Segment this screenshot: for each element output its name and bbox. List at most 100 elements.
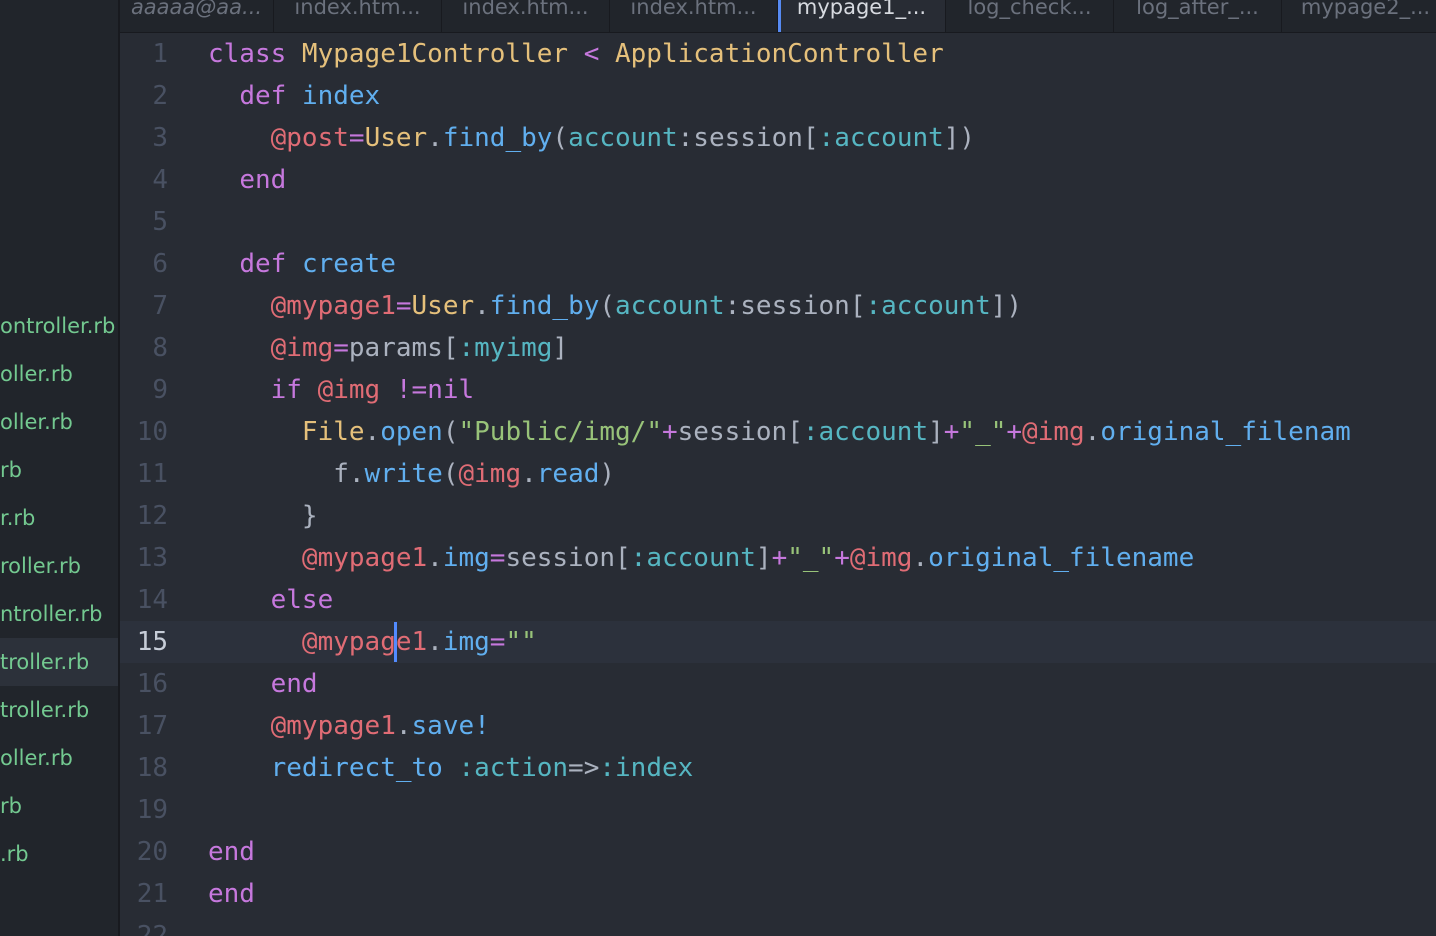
- code-token: :index: [599, 753, 694, 783]
- file-tree-item[interactable]: r.rb: [0, 494, 118, 542]
- code-line[interactable]: 9 if @img !=nil: [120, 369, 1436, 411]
- code-token: "_": [959, 417, 1007, 447]
- code-token: ]: [552, 333, 569, 363]
- code-line[interactable]: 20 end: [120, 831, 1436, 873]
- code-token: @img: [1022, 417, 1085, 447]
- code-token: User: [364, 123, 428, 153]
- code-token: create: [301, 249, 396, 279]
- file-tree-item[interactable]: oller.rb: [0, 350, 118, 398]
- tab[interactable]: index.htm...: [442, 0, 610, 32]
- line-number: 19: [136, 795, 168, 825]
- tab[interactable]: aaaaa@aa...: [120, 0, 274, 32]
- file-tree-item[interactable]: oller.rb: [0, 398, 118, 446]
- code-token: def: [239, 81, 302, 111]
- code-line[interactable]: 6 def create: [120, 243, 1436, 285]
- code-token: img: [442, 627, 490, 657]
- code-token: User: [411, 291, 475, 321]
- code-token: =: [348, 123, 365, 153]
- code-line[interactable]: 15 @mypage1.img="": [120, 621, 1436, 663]
- code-token: =: [489, 627, 506, 657]
- code-text: if @img !=nil: [208, 369, 475, 411]
- code-line[interactable]: 21 end: [120, 873, 1436, 915]
- code-token: @img: [849, 543, 913, 573]
- code-line[interactable]: 5: [120, 201, 1436, 243]
- code-token: session[: [677, 417, 803, 447]
- code-text: def create: [208, 243, 396, 285]
- code-token: params[: [348, 333, 459, 363]
- code-token: ]): [943, 123, 976, 153]
- code-token: Mypage1Controller: [301, 39, 569, 69]
- tab[interactable]: index.htm...: [274, 0, 442, 32]
- tab[interactable]: log_after_...: [1114, 0, 1282, 32]
- code-line[interactable]: 8 @img=params[:myimg]: [120, 327, 1436, 369]
- code-token: index: [301, 81, 381, 111]
- code-token: :myimg: [458, 333, 553, 363]
- code-token: .: [395, 711, 412, 741]
- code-line[interactable]: 12 }: [120, 495, 1436, 537]
- code-token: (: [552, 123, 569, 153]
- code-token: :account: [802, 417, 929, 447]
- code-token: nil: [427, 375, 475, 405]
- code-text: def index: [208, 75, 380, 117]
- code-token: end: [208, 879, 255, 909]
- code-token: if: [270, 375, 318, 405]
- file-tree-item[interactable]: oller.rb: [0, 734, 118, 782]
- file-tree-item[interactable]: troller.rb: [0, 686, 118, 734]
- file-tree-item[interactable]: roller.rb: [0, 542, 118, 590]
- line-number: 18: [136, 753, 168, 783]
- line-number: 14: [136, 585, 168, 615]
- code-line[interactable]: 1 class Mypage1Controller < ApplicationCo…: [120, 33, 1436, 75]
- code-token: "_": [787, 543, 835, 573]
- code-line[interactable]: 14 else: [120, 579, 1436, 621]
- code-text: end: [208, 873, 255, 915]
- line-number: 13: [136, 543, 168, 573]
- line-number: 21: [136, 879, 168, 909]
- file-tree-item[interactable]: ontroller.rb: [0, 302, 118, 350]
- code-line[interactable]: 22: [120, 915, 1436, 936]
- tab[interactable]: index.htm...: [610, 0, 778, 32]
- line-number: 15: [136, 627, 168, 657]
- code-line[interactable]: 16 end: [120, 663, 1436, 705]
- code-line[interactable]: 10 File.open("Public/img/"+session[:acco…: [120, 411, 1436, 453]
- code-line[interactable]: 3 @post=User.find_by(account:session[:ac…: [120, 117, 1436, 159]
- code-line[interactable]: 4 end: [120, 159, 1436, 201]
- code-text: class Mypage1Controller < ApplicationCon…: [208, 33, 944, 75]
- code-line[interactable]: 2 def index: [120, 75, 1436, 117]
- tab-active[interactable]: mypage1_...: [778, 0, 946, 32]
- file-tree-item[interactable]: .rb: [0, 830, 118, 878]
- code-text: File.open("Public/img/"+session[:account…: [208, 411, 1351, 453]
- code-line[interactable]: 18 redirect_to :action=>:index: [120, 747, 1436, 789]
- code-line[interactable]: 19: [120, 789, 1436, 831]
- file-tree-item[interactable]: ntroller.rb: [0, 590, 118, 638]
- line-number: 17: [136, 711, 168, 741]
- code-token: +: [943, 417, 960, 447]
- code-token: @mypage1: [270, 291, 396, 321]
- code-line[interactable]: 17 @mypage1.save!: [120, 705, 1436, 747]
- file-tree-sidebar[interactable]: ontroller.rb oller.rb oller.rb rb r.rb roller…: [0, 0, 120, 936]
- file-tree-item[interactable]: rb: [0, 782, 118, 830]
- code-line[interactable]: 7 @mypage1=User.find_by(account:session[…: [120, 285, 1436, 327]
- code-line[interactable]: 13 @mypage1.img=session[:account]+"_"+@i…: [120, 537, 1436, 579]
- code-token: =: [395, 291, 412, 321]
- code-token: "Public/img/": [458, 417, 662, 447]
- tab[interactable]: log_check...: [946, 0, 1114, 32]
- code-line[interactable]: 11 f.write(@img.read): [120, 453, 1436, 495]
- file-name-label: ontroller.rb: [0, 314, 116, 338]
- code-text: end: [208, 159, 286, 201]
- line-number: 5: [152, 207, 168, 237]
- file-tree-item[interactable]: troller.rb: [0, 638, 118, 686]
- code-token: :account: [865, 291, 991, 321]
- code-token: @mypage1: [270, 711, 396, 741]
- tab[interactable]: mypage2_...: [1282, 0, 1436, 32]
- file-tree-item[interactable]: rb: [0, 446, 118, 494]
- code-editor[interactable]: 1 class Mypage1Controller < ApplicationCo…: [120, 33, 1436, 936]
- code-token: :session[: [677, 123, 819, 153]
